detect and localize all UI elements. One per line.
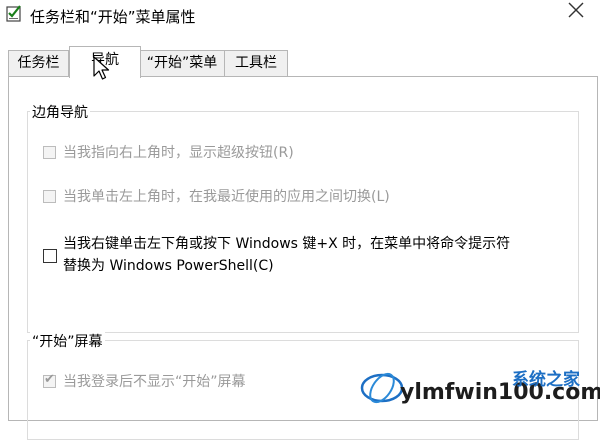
group-title-start-screen: “开始”屏幕 <box>30 331 105 351</box>
checkbox-powershell[interactable] <box>43 249 57 263</box>
option-switch-apps-label: 当我单击左上角时，在我最近使用的应用之间切换(L) <box>63 189 390 205</box>
checkbox-skip-start-screen[interactable]: ✔ <box>43 372 56 388</box>
option-skip-start-screen-label: 当我登录后不显示“开始”屏幕 <box>63 374 246 390</box>
mouse-cursor-icon <box>93 56 110 80</box>
tab-label: “开始”菜单 <box>146 55 218 71</box>
watermark-brand: 系统之家 <box>512 370 580 390</box>
option-powershell-label-line1: 当我右键单击左下角或按下 Windows 键+X 时，在菜单中将命令提示符 <box>63 236 511 252</box>
watermark: ylmfwin100.com 系统之家 <box>360 360 600 415</box>
checkbox-switch-apps[interactable] <box>43 190 56 203</box>
checklist-icon <box>6 5 21 22</box>
tab-taskbar[interactable]: 任务栏 <box>8 50 69 76</box>
tab-label: 任务栏 <box>17 55 60 71</box>
window-title: 任务栏和“开始”菜单属性 <box>30 8 196 26</box>
tab-label: 工具栏 <box>235 55 277 71</box>
title-bar: 任务栏和“开始”菜单属性 <box>0 0 600 32</box>
checkbox-show-charms[interactable] <box>43 146 56 159</box>
close-icon[interactable] <box>564 0 588 24</box>
option-powershell-label-line2: 替换为 Windows PowerShell(C) <box>63 258 274 274</box>
tab-start-menu[interactable]: “开始”菜单 <box>139 50 225 76</box>
checkmark-icon: ✔ <box>44 372 55 387</box>
watermark-logo-icon <box>360 372 404 404</box>
option-show-charms-label: 当我指向右上角时，显示超级按钮(R) <box>63 145 294 161</box>
group-title-corner-navigation: 边角导航 <box>30 102 90 122</box>
tab-toolbars[interactable]: 工具栏 <box>224 50 288 76</box>
